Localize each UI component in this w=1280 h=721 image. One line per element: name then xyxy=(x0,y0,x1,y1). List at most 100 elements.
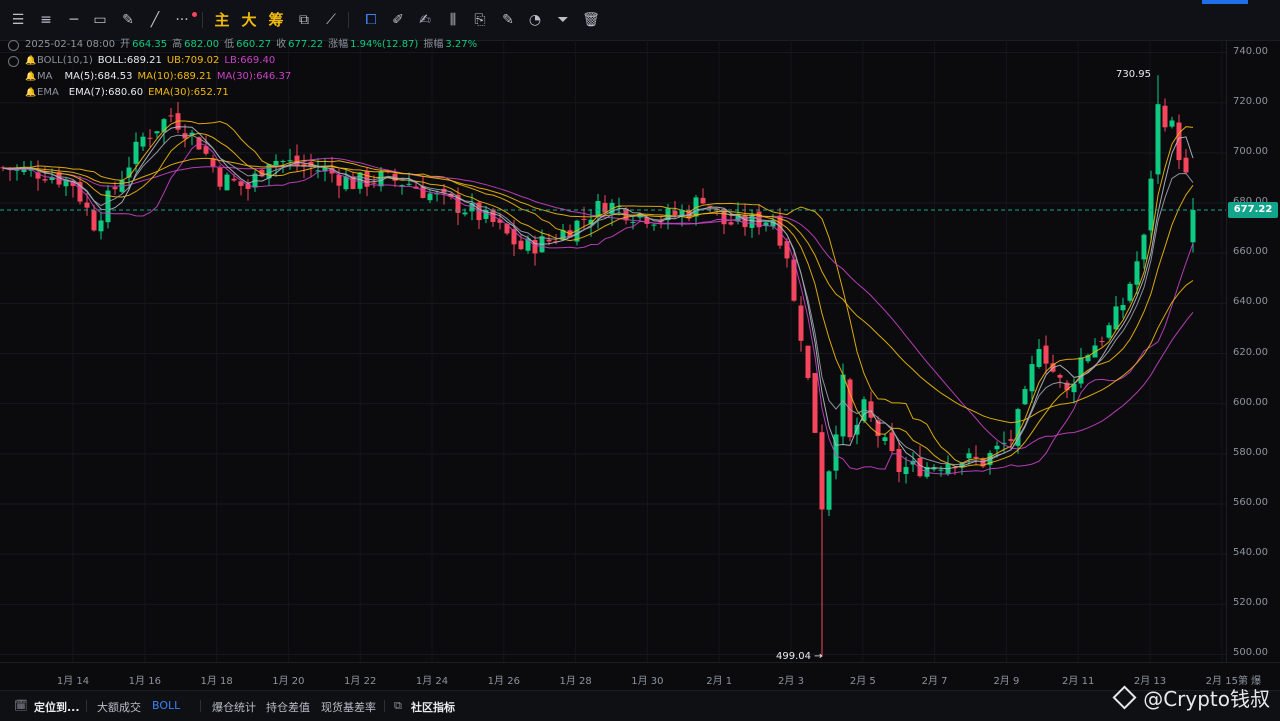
y-tick-label: 580.00 xyxy=(1233,446,1268,458)
y-tick-label: 660.00 xyxy=(1233,246,1268,258)
time-axis: 第 爆 1月 14 1月 16 1月 18 1月 20 1月 22 1月 24 1月 26 1… xyxy=(0,662,1280,691)
candle xyxy=(700,197,706,204)
y-tick-label: 740.00 xyxy=(1233,45,1268,57)
compare-icon[interactable]: ⧉ xyxy=(292,8,316,32)
candle xyxy=(896,448,902,472)
y-tick-label: 600.00 xyxy=(1233,396,1268,408)
candle xyxy=(154,131,160,134)
watermark-text: @Crypto钱叔 xyxy=(1143,687,1270,711)
candle xyxy=(168,115,174,117)
y-tick-label: 720.00 xyxy=(1233,95,1268,107)
candle xyxy=(812,372,818,433)
candle xyxy=(1113,306,1119,330)
boll-upper: UB:709.02 xyxy=(166,55,220,66)
toolbar-divider xyxy=(348,12,349,28)
ruler-icon[interactable]: ✐ xyxy=(386,8,410,32)
menu-icon[interactable]: ≡ xyxy=(34,8,58,32)
y-tick-label: 640.00 xyxy=(1233,296,1268,308)
clipboard-icon[interactable]: ⎘ xyxy=(468,8,492,32)
candle xyxy=(973,456,979,459)
boll-lower: LB:669.40 xyxy=(224,55,276,66)
bottom-indicator-bar: 🗓 定位到... 大额成交 BOLL 爆仓统计 持仓差值 现货基差率 ⧉ 社区指… xyxy=(0,690,1280,721)
divider xyxy=(86,700,87,712)
collapse-icon[interactable] xyxy=(8,39,19,51)
liquidation-stats-tab[interactable]: 爆仓统计 xyxy=(212,699,256,715)
candle xyxy=(546,239,552,242)
candle xyxy=(1141,234,1147,260)
candle xyxy=(903,467,909,475)
more-icon[interactable]: ··· xyxy=(170,8,194,32)
high-price-marker: 730.95 xyxy=(1116,69,1151,81)
y-tick-label: 540.00 xyxy=(1233,547,1268,559)
rectangle-icon[interactable]: ▭ xyxy=(88,8,112,32)
candle xyxy=(1008,439,1014,441)
candle xyxy=(784,241,790,259)
main-chart-button[interactable]: 主 xyxy=(210,8,234,32)
candlestick-chart[interactable] xyxy=(0,40,1226,662)
ma-row: 🔔 MA MA(5):684.53 MA(10):689.21 MA(30):6… xyxy=(8,69,482,85)
divider xyxy=(200,700,201,712)
alert-bell-icon[interactable]: 🔔 xyxy=(25,69,36,85)
horizontal-line-icon[interactable]: ─ xyxy=(62,8,86,32)
indicator-settings-icon[interactable]: ☰ xyxy=(6,8,30,32)
new-badge xyxy=(192,12,197,17)
x-tick-label: 1月 18 xyxy=(200,676,233,687)
note-icon[interactable]: ✎ xyxy=(496,8,520,32)
candle xyxy=(287,160,293,162)
spot-basis-tab[interactable]: 现货基差率 xyxy=(321,699,376,715)
candle xyxy=(1155,104,1161,175)
candle xyxy=(1043,345,1049,364)
draw-icon[interactable]: ✍ xyxy=(413,8,437,32)
pencil-icon[interactable]: ✎ xyxy=(116,8,140,32)
community-icon[interactable]: ⧉ xyxy=(394,699,402,713)
large-trades-tab[interactable]: 大额成交 xyxy=(97,699,141,715)
candle xyxy=(1022,389,1028,405)
magnet-icon[interactable]: ⧠ xyxy=(359,8,383,32)
candle xyxy=(406,183,412,185)
toolbar-divider xyxy=(202,12,203,28)
top-right-button[interactable] xyxy=(1202,0,1248,4)
filter-icon[interactable]: ⏷ xyxy=(551,8,575,32)
position-diff-tab[interactable]: 持仓差值 xyxy=(266,699,310,715)
candle xyxy=(112,187,118,190)
chips-button[interactable]: 筹 xyxy=(264,8,288,32)
candle xyxy=(98,220,104,232)
candle xyxy=(882,437,888,442)
x-tick-label: 2月 1 xyxy=(706,676,733,687)
candle xyxy=(672,210,678,216)
candle xyxy=(1099,341,1105,343)
candle xyxy=(742,214,748,228)
locate-to-button[interactable]: 定位到... xyxy=(34,699,80,715)
trash-icon[interactable]: 🗑 xyxy=(579,8,603,32)
x-tick-label: 1月 16 xyxy=(128,676,161,687)
candle xyxy=(231,178,237,181)
palette-icon[interactable]: ◔ xyxy=(523,8,547,32)
measure-icon[interactable]: ⟋ xyxy=(319,8,343,32)
candle xyxy=(1134,261,1140,285)
candle xyxy=(1057,375,1063,378)
ohlc-row: 2025-02-14 08:00 开 664.35 高 682.00 低 660.27… xyxy=(8,37,482,53)
community-indicators-tab[interactable]: 社区指标 xyxy=(411,699,455,715)
ma5-line xyxy=(2,126,1194,470)
boll-tab[interactable]: BOLL xyxy=(152,699,180,712)
candle xyxy=(651,224,657,226)
amplitude-label: 振幅 xyxy=(423,39,444,50)
x-tick-label: 2月 9 xyxy=(993,676,1020,687)
trend-line-icon[interactable]: ╱ xyxy=(143,8,167,32)
candle xyxy=(427,193,433,201)
large-trades-button[interactable]: 大 xyxy=(237,8,261,32)
calendar-icon[interactable]: 🗓 xyxy=(14,699,28,712)
alert-bell-icon[interactable]: 🔔 xyxy=(25,53,36,69)
candle xyxy=(1162,105,1168,128)
candle xyxy=(336,174,342,186)
candles-icon[interactable]: ⫼ xyxy=(441,8,465,32)
candle xyxy=(602,202,608,213)
candle xyxy=(1120,304,1126,311)
candle xyxy=(1190,209,1196,243)
x-tick-label: 2月 5 xyxy=(849,676,876,687)
collapse-icon[interactable] xyxy=(8,55,19,67)
candle xyxy=(91,210,97,231)
x-tick-label: 1月 22 xyxy=(344,676,377,687)
x-tick-label: 1月 14 xyxy=(56,676,90,687)
alert-bell-icon[interactable]: 🔔 xyxy=(25,85,36,101)
